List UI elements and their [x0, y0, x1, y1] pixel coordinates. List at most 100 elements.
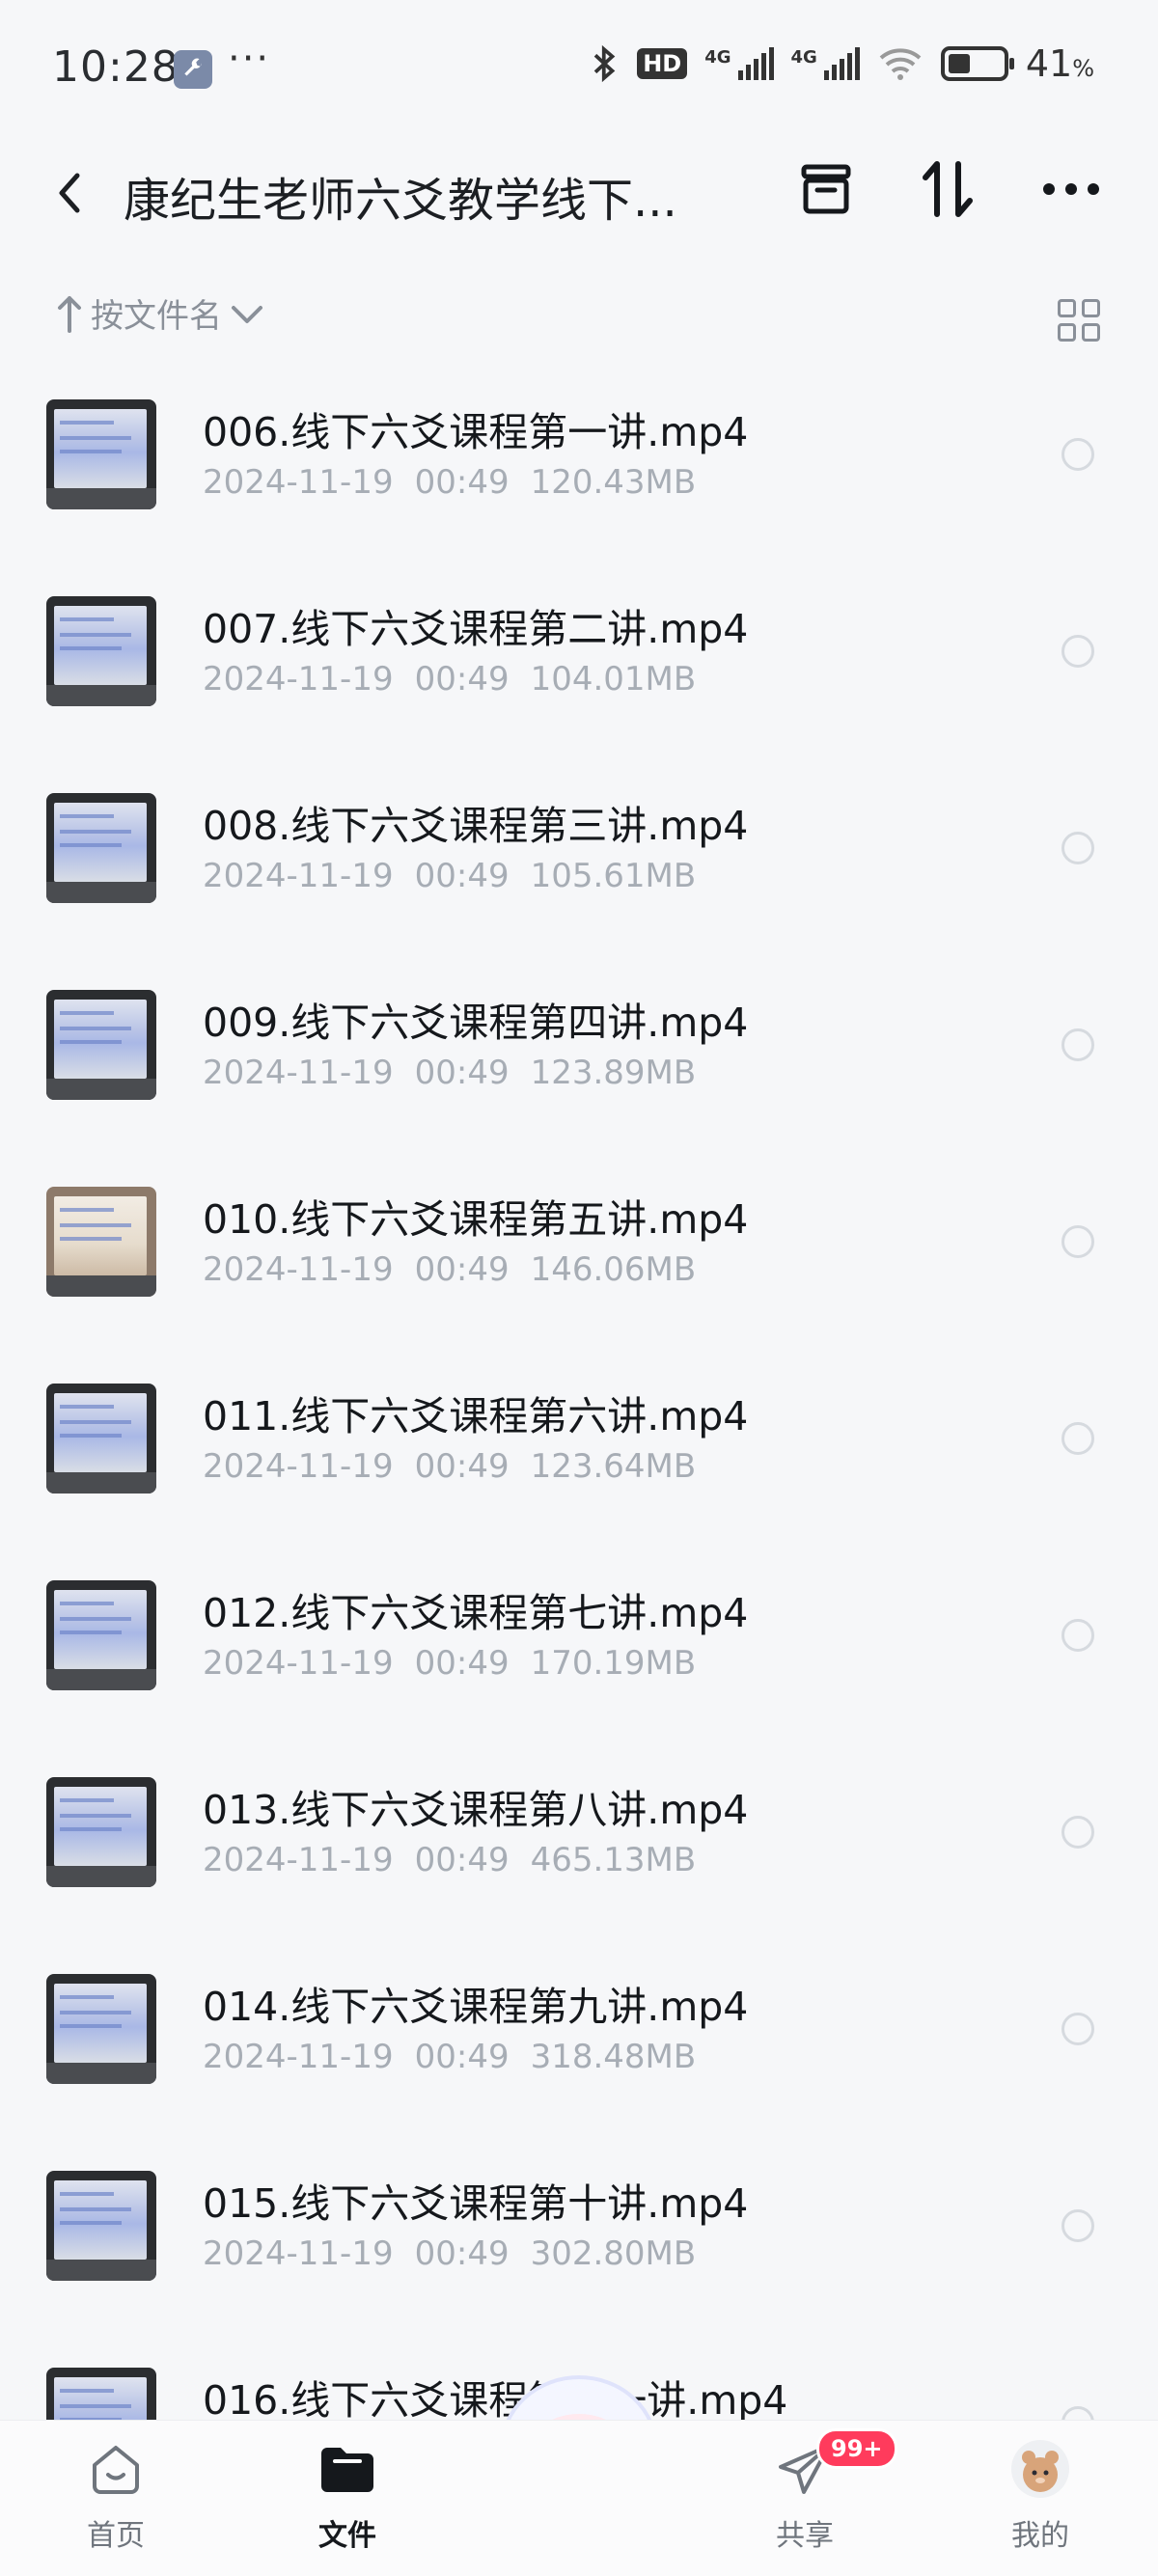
- file-time: 00:49: [414, 1250, 510, 1289]
- grid-view-icon[interactable]: [1058, 299, 1100, 342]
- file-meta: 2024-11-19 00:49 123.89MB: [203, 1054, 696, 1092]
- sort-label: 按文件名: [91, 297, 222, 336]
- sort-button[interactable]: [909, 151, 986, 228]
- file-date: 2024-11-19: [203, 1841, 394, 1879]
- chevron-down-icon: [232, 305, 262, 323]
- file-date: 2024-11-19: [203, 1447, 394, 1486]
- file-meta: 2024-11-19 00:49 465.13MB: [203, 1841, 696, 1879]
- select-radio[interactable]: [1062, 2013, 1094, 2045]
- file-list-item[interactable]: 009.线下六爻课程第四讲.mp4 2024-11-19 00:49 123.89M…: [0, 986, 1158, 1183]
- file-meta: 2024-11-19 00:49 318.48MB: [203, 2038, 696, 2076]
- select-radio[interactable]: [1062, 635, 1094, 668]
- avatar: [1011, 2440, 1069, 2498]
- bottom-tab-bar: 首页 文件 99+ 共享 我的: [0, 2420, 1158, 2576]
- file-list-item[interactable]: 015.线下六爻课程第十讲.mp4 2024-11-19 00:49 302.80M…: [0, 2167, 1158, 2364]
- tab-share-label: 共享: [776, 2519, 834, 2553]
- tab-home-label: 首页: [87, 2519, 145, 2553]
- file-list-item[interactable]: 011.线下六爻课程第六讲.mp4 2024-11-19 00:49 123.64M…: [0, 1380, 1158, 1576]
- file-name: 006.线下六爻课程第一讲.mp4: [203, 409, 749, 455]
- file-list-item[interactable]: 007.线下六爻课程第二讲.mp4 2024-11-19 00:49 104.01M…: [0, 592, 1158, 789]
- file-meta: 2024-11-19 00:49 146.06MB: [203, 1250, 696, 1289]
- file-size: 104.01MB: [530, 660, 697, 699]
- file-list-item[interactable]: 008.线下六爻课程第三讲.mp4 2024-11-19 00:49 105.61M…: [0, 789, 1158, 986]
- header: 康纪生老师六爻教学线下...: [0, 135, 1158, 251]
- status-time: 10:28: [52, 42, 179, 92]
- archive-button[interactable]: [787, 151, 865, 228]
- file-time: 00:49: [414, 2234, 510, 2273]
- select-radio[interactable]: [1062, 438, 1094, 471]
- sort-arrows-icon: [923, 161, 973, 217]
- file-name: 013.线下六爻课程第八讲.mp4: [203, 1787, 749, 1833]
- arrow-up-icon: [58, 295, 81, 333]
- file-name: 011.线下六爻课程第六讲.mp4: [203, 1393, 749, 1439]
- tab-share[interactable]: 99+ 共享: [737, 2428, 897, 2554]
- select-radio[interactable]: [1062, 1816, 1094, 1849]
- file-meta: 2024-11-19 00:49 302.80MB: [203, 2234, 696, 2273]
- file-meta: 2024-11-19 00:49 120.43MB: [203, 463, 696, 502]
- video-thumbnail: [46, 596, 156, 706]
- status-more-icon: ···: [228, 37, 271, 81]
- file-time: 00:49: [414, 1447, 510, 1486]
- tab-files[interactable]: 文件: [280, 2438, 415, 2554]
- share-badge: 99+: [816, 2428, 897, 2469]
- file-time: 00:49: [414, 1841, 510, 1879]
- file-size: 123.64MB: [530, 1447, 697, 1486]
- hd-badge: HD: [637, 48, 688, 79]
- signal-icon-2: 4G: [791, 47, 860, 80]
- select-radio[interactable]: [1062, 1225, 1094, 1258]
- file-time: 00:49: [414, 857, 510, 895]
- file-time: 00:49: [414, 660, 510, 699]
- battery-icon: [940, 46, 1014, 81]
- file-size: 318.48MB: [530, 2038, 697, 2076]
- file-date: 2024-11-19: [203, 1054, 394, 1092]
- select-radio[interactable]: [1062, 1028, 1094, 1061]
- video-thumbnail: [46, 990, 156, 1100]
- file-name: 010.线下六爻课程第五讲.mp4: [203, 1196, 749, 1243]
- file-name: 015.线下六爻课程第十讲.mp4: [203, 2180, 749, 2227]
- tab-home[interactable]: 首页: [48, 2438, 183, 2554]
- file-time: 00:49: [414, 463, 510, 502]
- file-name: 012.线下六爻课程第七讲.mp4: [203, 1590, 749, 1636]
- back-button[interactable]: [50, 164, 98, 222]
- file-name: 007.线下六爻课程第二讲.mp4: [203, 606, 749, 652]
- file-date: 2024-11-19: [203, 660, 394, 699]
- file-size: 123.89MB: [530, 1054, 697, 1092]
- file-list-item[interactable]: 014.线下六爻课程第九讲.mp4 2024-11-19 00:49 318.48M…: [0, 1970, 1158, 2167]
- more-options-button[interactable]: [1033, 151, 1110, 228]
- file-size: 146.06MB: [530, 1250, 697, 1289]
- file-list-item[interactable]: 012.线下六爻课程第七讲.mp4 2024-11-19 00:49 170.19M…: [0, 1576, 1158, 1773]
- folder-icon: [321, 2448, 373, 2492]
- tab-mine[interactable]: 我的: [973, 2438, 1108, 2554]
- file-date: 2024-11-19: [203, 857, 394, 895]
- file-date: 2024-11-19: [203, 1644, 394, 1683]
- file-list-item[interactable]: 010.线下六爻课程第五讲.mp4 2024-11-19 00:49 146.06M…: [0, 1183, 1158, 1380]
- file-size: 120.43MB: [530, 463, 697, 502]
- tab-mine-label: 我的: [1011, 2519, 1069, 2553]
- video-thumbnail: [46, 1974, 156, 2084]
- file-date: 2024-11-19: [203, 2038, 394, 2076]
- file-meta: 2024-11-19 00:49 170.19MB: [203, 1644, 696, 1683]
- archive-icon: [801, 164, 851, 214]
- file-name: 008.线下六爻课程第三讲.mp4: [203, 803, 749, 849]
- sort-selector[interactable]: 按文件名: [56, 289, 264, 337]
- video-thumbnail: [46, 2171, 156, 2281]
- video-thumbnail: [46, 399, 156, 509]
- video-thumbnail: [46, 1777, 156, 1887]
- file-date: 2024-11-19: [203, 463, 394, 502]
- select-radio[interactable]: [1062, 832, 1094, 864]
- select-radio[interactable]: [1062, 1422, 1094, 1455]
- file-time: 00:49: [414, 1054, 510, 1092]
- status-bar: 10:28 ··· HD 4G 4G 41%: [0, 0, 1158, 135]
- file-date: 2024-11-19: [203, 2234, 394, 2273]
- wrench-icon: [174, 50, 212, 89]
- file-list: 006.线下六爻课程第一讲.mp4 2024-11-19 00:49 120.43M…: [0, 396, 1158, 2561]
- file-size: 465.13MB: [530, 1841, 697, 1879]
- file-meta: 2024-11-19 00:49 104.01MB: [203, 660, 696, 699]
- file-list-item[interactable]: 013.线下六爻课程第八讲.mp4 2024-11-19 00:49 465.13M…: [0, 1773, 1158, 1970]
- file-name: 009.线下六爻课程第四讲.mp4: [203, 1000, 749, 1046]
- signal-icon: 4G: [704, 47, 774, 80]
- file-list-item[interactable]: 006.线下六爻课程第一讲.mp4 2024-11-19 00:49 120.43M…: [0, 396, 1158, 592]
- select-radio[interactable]: [1062, 2209, 1094, 2242]
- file-meta: 2024-11-19 00:49 123.64MB: [203, 1447, 696, 1486]
- select-radio[interactable]: [1062, 1619, 1094, 1652]
